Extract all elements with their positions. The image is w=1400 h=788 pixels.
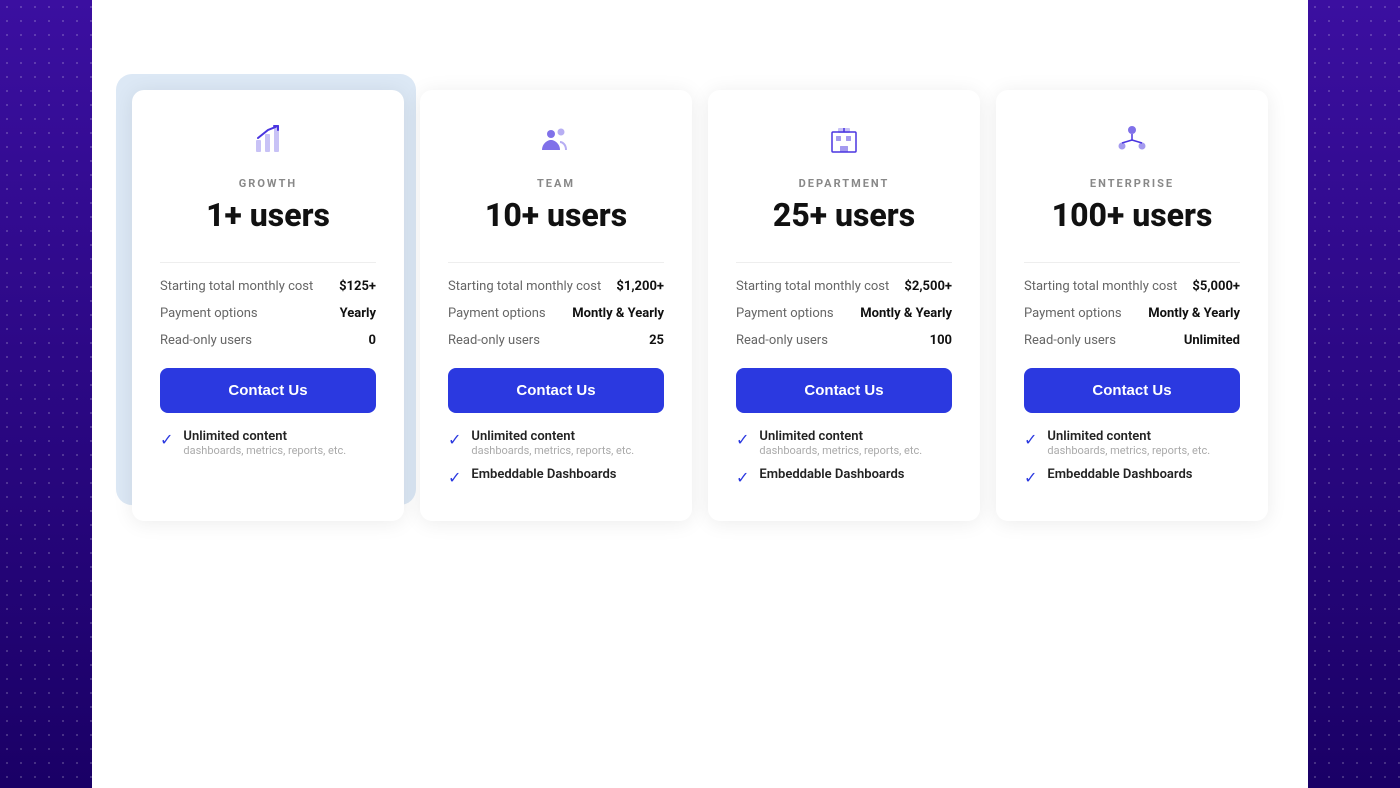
side-decoration-right — [1308, 0, 1400, 788]
feature-title: Embeddable Dashboards — [471, 467, 616, 482]
payment-options-value: Montly & Yearly — [1148, 306, 1240, 321]
contact-us-button[interactable]: Contact Us — [160, 368, 376, 413]
readonly-users-row: Read-only users 100 — [736, 333, 952, 348]
feature-subtitle: dashboards, metrics, reports, etc. — [471, 444, 634, 457]
monthly-cost-value: $2,500+ — [904, 279, 952, 294]
feature-title: Embeddable Dashboards — [1047, 467, 1192, 482]
feature-item: ✓ Embeddable Dashboards — [1024, 467, 1240, 487]
pricing-card-team: TEAM 10+ users Starting total monthly co… — [420, 90, 692, 521]
payment-options-label: Payment options — [736, 306, 834, 321]
readonly-users-row: Read-only users 0 — [160, 333, 376, 348]
monthly-cost-label: Starting total monthly cost — [736, 279, 889, 294]
feature-item: ✓ Unlimited content dashboards, metrics,… — [1024, 429, 1240, 457]
payment-options-value: Montly & Yearly — [572, 306, 664, 321]
readonly-users-label: Read-only users — [448, 333, 540, 348]
card-users: 10+ users — [448, 196, 664, 234]
card-users: 25+ users — [736, 196, 952, 234]
payment-options-row: Payment options Montly & Yearly — [448, 306, 664, 321]
card-tier: ENTERPRISE — [1024, 177, 1240, 190]
feature-item: ✓ Embeddable Dashboards — [736, 467, 952, 487]
monthly-cost-value: $5,000+ — [1192, 279, 1240, 294]
contact-us-button[interactable]: Contact Us — [736, 368, 952, 413]
readonly-users-row: Read-only users 25 — [448, 333, 664, 348]
card-icon — [1024, 122, 1240, 165]
card-icon — [736, 122, 952, 165]
feature-item: ✓ Embeddable Dashboards — [448, 467, 664, 487]
side-decoration-left — [0, 0, 92, 788]
feature-title: Unlimited content — [1047, 429, 1210, 444]
payment-options-label: Payment options — [448, 306, 546, 321]
payment-options-row: Payment options Montly & Yearly — [736, 306, 952, 321]
readonly-users-label: Read-only users — [1024, 333, 1116, 348]
feature-subtitle: dashboards, metrics, reports, etc. — [759, 444, 922, 457]
check-icon: ✓ — [448, 468, 461, 487]
monthly-cost-value: $125+ — [339, 279, 376, 294]
contact-us-button[interactable]: Contact Us — [448, 368, 664, 413]
card-divider — [160, 262, 376, 263]
readonly-users-value: 25 — [649, 333, 664, 348]
payment-options-row: Payment options Yearly — [160, 306, 376, 321]
readonly-users-label: Read-only users — [160, 333, 252, 348]
check-icon: ✓ — [1024, 430, 1037, 449]
monthly-cost-row: Starting total monthly cost $5,000+ — [1024, 279, 1240, 294]
feature-item: ✓ Unlimited content dashboards, metrics,… — [160, 429, 376, 457]
readonly-users-value: 100 — [930, 333, 952, 348]
monthly-cost-label: Starting total monthly cost — [448, 279, 601, 294]
monthly-cost-row: Starting total monthly cost $1,200+ — [448, 279, 664, 294]
payment-options-row: Payment options Montly & Yearly — [1024, 306, 1240, 321]
feature-title: Unlimited content — [471, 429, 634, 444]
readonly-users-row: Read-only users Unlimited — [1024, 333, 1240, 348]
monthly-cost-value: $1,200+ — [616, 279, 664, 294]
payment-options-value: Yearly — [340, 306, 376, 321]
readonly-users-value: Unlimited — [1184, 333, 1240, 348]
page-wrapper: GROWTH 1+ users Starting total monthly c… — [0, 0, 1400, 788]
feature-subtitle: dashboards, metrics, reports, etc. — [1047, 444, 1210, 457]
feature-title: Unlimited content — [759, 429, 922, 444]
feature-item: ✓ Unlimited content dashboards, metrics,… — [448, 429, 664, 457]
payment-options-label: Payment options — [1024, 306, 1122, 321]
card-icon — [448, 122, 664, 165]
pricing-card-growth: GROWTH 1+ users Starting total monthly c… — [132, 90, 404, 521]
payment-options-label: Payment options — [160, 306, 258, 321]
check-icon: ✓ — [160, 430, 173, 449]
card-users: 1+ users — [160, 196, 376, 234]
card-divider — [448, 262, 664, 263]
card-divider — [736, 262, 952, 263]
contact-us-button[interactable]: Contact Us — [1024, 368, 1240, 413]
check-icon: ✓ — [736, 468, 749, 487]
check-icon: ✓ — [1024, 468, 1037, 487]
card-icon — [160, 122, 376, 165]
check-icon: ✓ — [736, 430, 749, 449]
pricing-card-enterprise: ENTERPRISE 100+ users Starting total mon… — [996, 90, 1268, 521]
feature-title: Unlimited content — [183, 429, 346, 444]
card-tier: GROWTH — [160, 177, 376, 190]
monthly-cost-label: Starting total monthly cost — [1024, 279, 1177, 294]
card-users: 100+ users — [1024, 196, 1240, 234]
monthly-cost-label: Starting total monthly cost — [160, 279, 313, 294]
pricing-card-department: DEPARTMENT 25+ users Starting total mont… — [708, 90, 980, 521]
readonly-users-value: 0 — [369, 333, 376, 348]
monthly-cost-row: Starting total monthly cost $2,500+ — [736, 279, 952, 294]
feature-item: ✓ Unlimited content dashboards, metrics,… — [736, 429, 952, 457]
feature-subtitle: dashboards, metrics, reports, etc. — [183, 444, 346, 457]
readonly-users-label: Read-only users — [736, 333, 828, 348]
monthly-cost-row: Starting total monthly cost $125+ — [160, 279, 376, 294]
feature-title: Embeddable Dashboards — [759, 467, 904, 482]
payment-options-value: Montly & Yearly — [860, 306, 952, 321]
check-icon: ✓ — [448, 430, 461, 449]
card-divider — [1024, 262, 1240, 263]
pricing-grid: GROWTH 1+ users Starting total monthly c… — [132, 90, 1268, 521]
card-tier: DEPARTMENT — [736, 177, 952, 190]
card-tier: TEAM — [448, 177, 664, 190]
main-content: GROWTH 1+ users Starting total monthly c… — [92, 0, 1308, 561]
